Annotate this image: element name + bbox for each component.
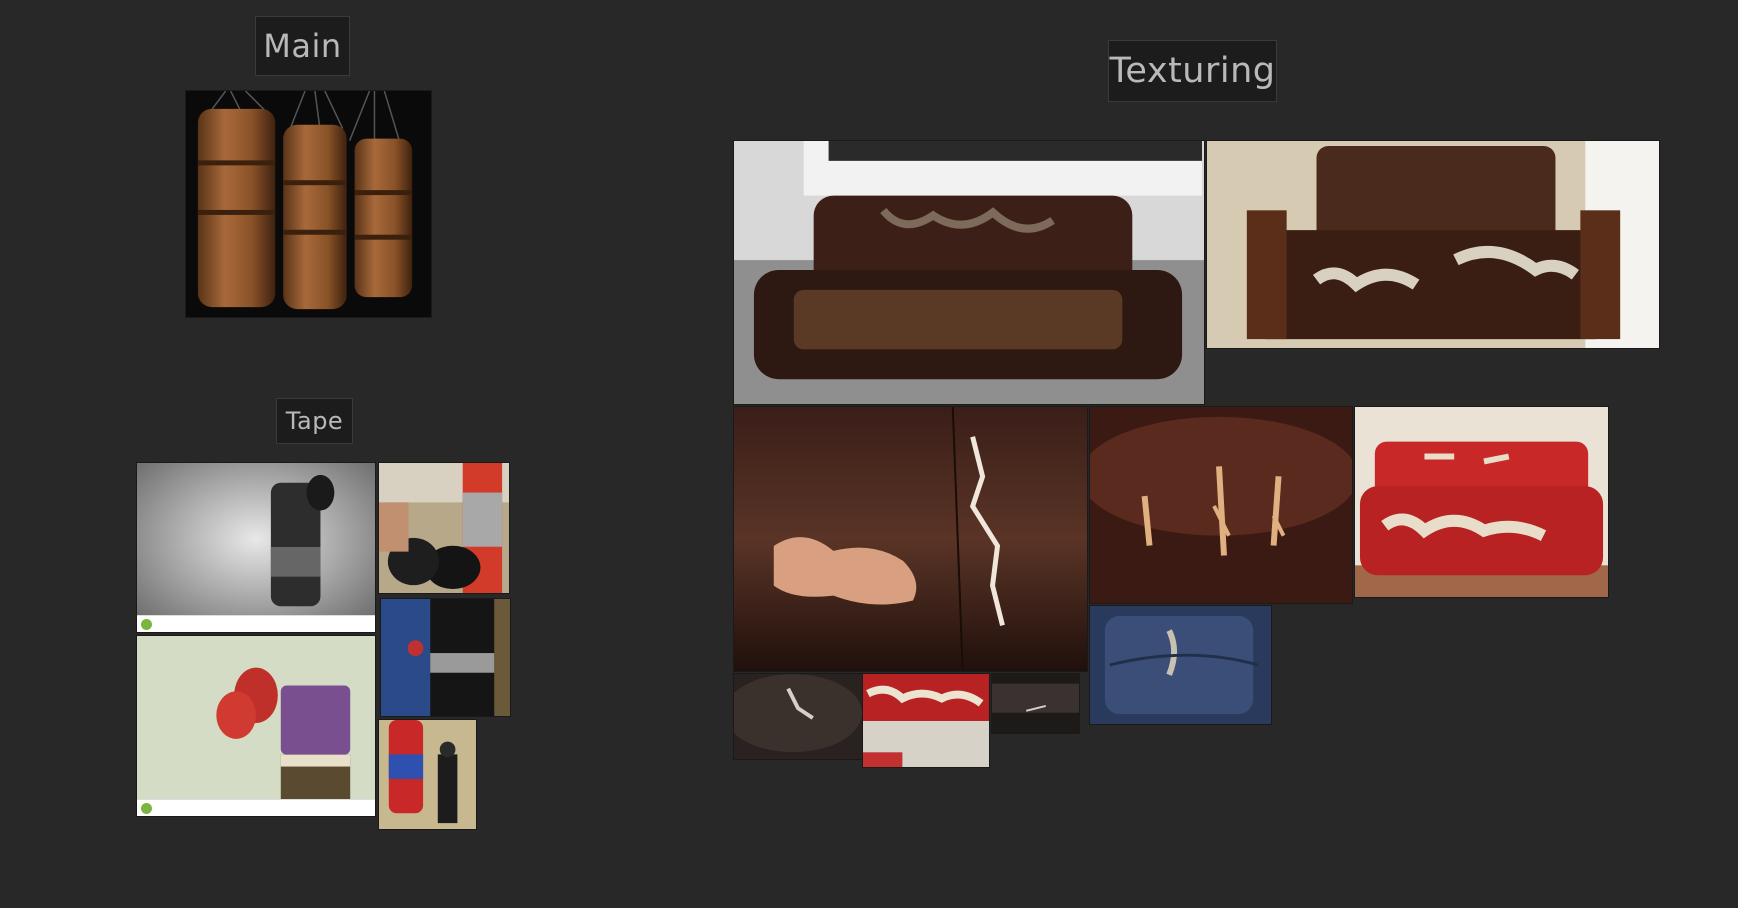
watermark-strip	[137, 615, 375, 632]
texturing-dark-crack-image[interactable]	[991, 673, 1080, 734]
texturing-armrest-scratches-image[interactable]	[1089, 406, 1353, 604]
dreamstime-logo-icon	[141, 802, 152, 814]
main-section-title: Main	[255, 16, 350, 76]
texturing-section-title: Texturing	[1108, 40, 1277, 102]
texturing-red-sofa-image[interactable]	[1354, 406, 1609, 598]
dreamstime-logo-icon	[141, 618, 152, 630]
watermark-strip	[137, 799, 375, 816]
texturing-dark-scratch-image[interactable]	[733, 673, 863, 760]
texturing-title-text: Texturing	[1109, 51, 1276, 91]
tape-bw-bag-image[interactable]	[136, 462, 376, 633]
texturing-brown-sofa-image[interactable]	[733, 140, 1205, 405]
texturing-brown-sofa2-image[interactable]	[1206, 140, 1660, 349]
texturing-red-peel-image[interactable]	[862, 673, 990, 768]
tape-section-title: Tape	[276, 398, 353, 444]
tape-red-bag-person-image[interactable]	[378, 719, 477, 830]
main-punching-bags-image[interactable]	[185, 90, 432, 318]
texturing-leather-crack-closeup-image[interactable]	[733, 406, 1088, 672]
tape-gloves-purple-bag-image[interactable]	[136, 635, 376, 817]
tape-gloves-red-bag-image[interactable]	[378, 462, 510, 594]
texturing-blue-leather-image[interactable]	[1089, 605, 1272, 725]
tape-black-bag-image[interactable]	[380, 598, 511, 717]
tape-title-text: Tape	[285, 407, 344, 435]
main-title-text: Main	[263, 27, 342, 65]
